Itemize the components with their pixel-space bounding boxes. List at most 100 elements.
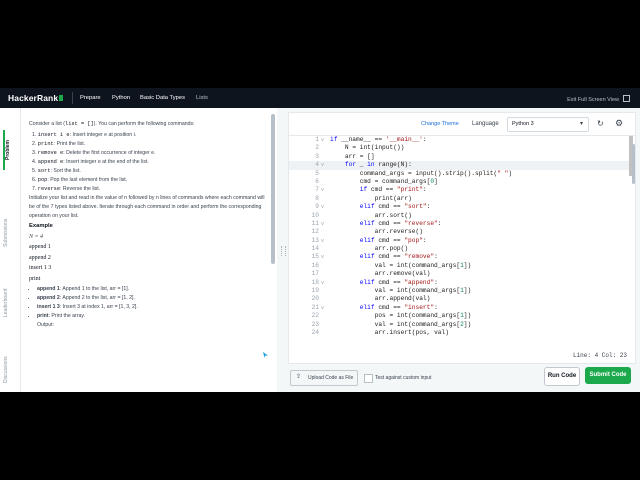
fold-toggle-icon[interactable]: v — [321, 220, 324, 228]
breadcrumb-prepare[interactable]: Prepare — [80, 95, 101, 101]
tab-submissions[interactable]: Submissions — [3, 208, 17, 258]
list-item: 2. print: Print the list. — [32, 140, 86, 147]
gear-icon[interactable]: ⚙ — [615, 118, 623, 129]
code-line[interactable]: 15 v elif cmd == "remove": — [289, 253, 635, 261]
line-number: 24 — [311, 328, 319, 336]
editor-area: Change Theme Language Python 3 ▾ ↻ ⚙ 1vi… — [288, 108, 636, 392]
code-text: arr.sort() — [374, 211, 412, 219]
tab-problem[interactable]: Problem — [3, 130, 19, 170]
code-line[interactable]: 3 arr = [] — [289, 153, 635, 161]
line-number: 15 — [311, 253, 319, 261]
line-number: 13 — [311, 236, 319, 244]
page-scrollbar[interactable] — [632, 144, 635, 184]
line-number: 8 — [315, 194, 319, 202]
code-line[interactable]: 5 command_args = input().strip().split("… — [289, 170, 635, 178]
line-number: 3 — [315, 152, 319, 160]
code-text: N = int(input()) — [344, 144, 405, 152]
code-line[interactable]: 22 pos = int(command_args[1]) — [289, 312, 635, 320]
code-text: print(arr) — [374, 194, 412, 202]
code-line[interactable]: 20 arr.append(val) — [289, 295, 635, 303]
fold-toggle-icon[interactable]: v — [321, 203, 324, 211]
code-text: cmd = command_args[0] — [359, 177, 438, 185]
code-text: arr.append(val) — [374, 295, 431, 303]
code-line[interactable]: 21 v elif cmd == "insert": — [289, 304, 635, 312]
code-text: arr = [] — [344, 152, 375, 160]
example-n: N = 4 — [29, 233, 44, 240]
code-line[interactable]: 9v elif cmd == "sort": — [289, 203, 635, 211]
upload-label: Upload Code as File — [308, 375, 354, 381]
run-code-button[interactable]: Run Code — [544, 367, 580, 386]
breadcrumb-basic-data-types[interactable]: Basic Data Types — [140, 95, 185, 101]
code-line[interactable]: 2 N = int(input()) — [289, 144, 635, 152]
example-line: append 1 — [29, 244, 51, 250]
code-area[interactable]: 1 v if __name__ == '__main__': 2 N = int(in… — [289, 136, 635, 336]
code-text: arr.pop() — [374, 245, 409, 253]
problem-scrollbar[interactable] — [271, 114, 275, 264]
hackerrank-logo[interactable]: HackerRank — [8, 93, 64, 103]
code-line[interactable]: 13 v elif cmd == "pop": — [289, 237, 635, 245]
fold-toggle-icon[interactable]: v — [321, 304, 324, 312]
custom-input-checkbox[interactable] — [364, 374, 373, 383]
cursor-position: Line: 4 Col: 23 — [572, 352, 627, 359]
code-text: if cmd == "print": — [359, 186, 427, 194]
code-text: elif cmd == "insert": — [359, 303, 438, 311]
code-text: elif cmd == "append": — [359, 278, 438, 286]
line-number: 16 — [311, 261, 319, 269]
problem-instructions: Initialize your list and read in the val… — [29, 194, 265, 219]
tab-discussions[interactable]: Discussions — [3, 348, 17, 392]
code-text: if __name__ == '__main__': — [330, 136, 427, 143]
editor-toolbar: Change Theme Language Python 3 ▾ ↻ ⚙ — [289, 113, 635, 136]
example-line: append 2 — [29, 254, 51, 261]
fold-toggle-icon[interactable]: v — [321, 253, 324, 261]
problem-statement: Consider a list (list = []). You can per… — [29, 120, 269, 332]
language-value: Python 3 — [512, 121, 534, 127]
fold-toggle-icon[interactable]: v — [321, 161, 324, 169]
code-line[interactable]: 19 val = int(command_args[1]) — [289, 287, 635, 295]
code-line[interactable]: 12 arr.reverse() — [289, 228, 635, 236]
line-number: 19 — [311, 287, 319, 295]
line-number: 1 — [315, 136, 319, 143]
code-text: elif cmd == "sort": — [359, 203, 431, 211]
tab-leaderboard[interactable]: Leaderboard — [3, 278, 17, 328]
code-line[interactable]: 11 v elif cmd == "reverse": — [289, 220, 635, 228]
code-line[interactable]: 18 v elif cmd == "append": — [289, 279, 635, 287]
exit-fullscreen-button[interactable]: Exit Full Screen View — [567, 95, 630, 103]
code-line[interactable]: 16 val = int(command_args[1]) — [289, 262, 635, 270]
language-select[interactable]: Python 3 ▾ — [507, 117, 589, 132]
list-item: 7. reverse: Reverse the list. — [32, 185, 101, 192]
code-line[interactable]: 14 arr.pop() — [289, 245, 635, 253]
breadcrumb-lists: Lists — [196, 95, 208, 101]
list-item: append 1: Append 1 to the list, arr = [1… — [37, 285, 269, 294]
chevron-down-icon: ▾ — [579, 121, 583, 127]
fold-toggle-icon[interactable]: v — [321, 186, 324, 194]
line-number: 5 — [315, 169, 319, 177]
list-item: 5. sort: Sort the list. — [32, 167, 81, 174]
line-number: 2 — [315, 144, 319, 152]
fold-toggle-icon[interactable]: v — [321, 136, 324, 144]
upload-code-button[interactable]: ⇪ Upload Code as File — [290, 370, 358, 386]
code-text: arr.remove(val) — [374, 270, 431, 278]
line-number: 21 — [311, 303, 319, 311]
code-line[interactable]: 24 arr.insert(pos, val) — [289, 329, 635, 336]
line-number: 17 — [311, 270, 319, 278]
panel-resizer[interactable] — [277, 108, 288, 392]
list-item: 3. remove e: Delete the first occurrence… — [32, 149, 156, 156]
code-line[interactable]: 7v if cmd == "print": — [289, 186, 635, 194]
line-number: 20 — [311, 295, 319, 303]
code-line[interactable]: 4v for _ in range(N): — [289, 161, 635, 170]
top-nav: HackerRank Prepare Python Basic Data Typ… — [0, 88, 640, 108]
reset-code-icon[interactable]: ↻ — [597, 119, 604, 128]
code-line[interactable]: 8 print(arr) — [289, 195, 635, 203]
code-line[interactable]: 1 v if __name__ == '__main__': — [289, 136, 635, 144]
submit-code-button[interactable]: Submit Code — [585, 367, 631, 384]
custom-input-label[interactable]: Test against custom input — [375, 375, 431, 381]
fold-toggle-icon[interactable]: v — [321, 237, 324, 245]
code-line[interactable]: 10 arr.sort() — [289, 212, 635, 220]
code-line[interactable]: 17 arr.remove(val) — [289, 270, 635, 278]
fold-toggle-icon[interactable]: v — [321, 279, 324, 287]
change-theme-link[interactable]: Change Theme — [421, 121, 459, 127]
breadcrumb-python[interactable]: Python — [112, 95, 130, 101]
code-line[interactable]: 23 val = int(command_args[2]) — [289, 321, 635, 329]
code-line[interactable]: 6 cmd = command_args[0] — [289, 178, 635, 186]
fullscreen-exit-icon — [623, 95, 630, 102]
